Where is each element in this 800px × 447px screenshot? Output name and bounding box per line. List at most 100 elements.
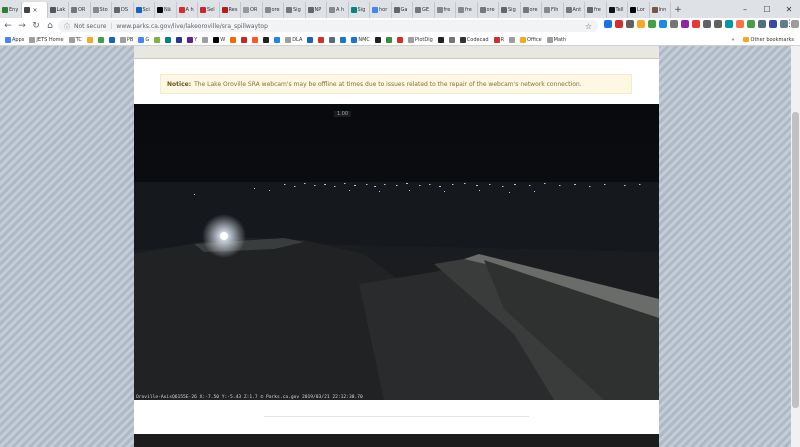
bookmark-item[interactable]: DLA — [285, 36, 302, 43]
browser-tab[interactable]: Sig — [349, 2, 370, 18]
browser-tab[interactable]: Sci — [134, 2, 155, 18]
browser-tab[interactable]: Sto — [91, 2, 112, 18]
bookmark-item[interactable] — [263, 36, 270, 43]
browser-tab[interactable]: NP — [306, 2, 327, 18]
address-bar[interactable]: ⓘ Not secure | www.parks.ca.gov/live/lak… — [58, 20, 598, 32]
minimize-button[interactable]: – — [734, 0, 756, 18]
browser-tab[interactable]: Sel — [198, 2, 220, 18]
bookmark-item[interactable] — [241, 36, 248, 43]
extension-icon[interactable] — [681, 20, 689, 28]
url-text[interactable]: www.parks.ca.gov/live/lakeoroville/sra_s… — [116, 23, 267, 30]
browser-tab[interactable]: Lor — [628, 2, 650, 18]
extension-icon[interactable] — [758, 20, 766, 28]
browser-tab[interactable]: Flh — [542, 2, 564, 18]
bookmark-item[interactable]: W — [213, 36, 225, 43]
extension-icon[interactable] — [604, 20, 612, 28]
extension-icon[interactable] — [670, 20, 678, 28]
bookmark-item[interactable]: PlotDig — [407, 36, 433, 43]
forward-button[interactable]: → — [16, 20, 28, 32]
extension-icon[interactable] — [736, 20, 744, 28]
bookmark-item[interactable] — [396, 36, 403, 43]
extension-icon[interactable] — [692, 20, 700, 28]
extension-icon[interactable] — [703, 20, 711, 28]
extension-icon[interactable] — [648, 20, 656, 28]
browser-tab[interactable]: GE — [413, 2, 435, 18]
other-bookmarks[interactable]: » Other bookmarks — [731, 34, 794, 45]
bookmark-item[interactable] — [252, 36, 259, 43]
browser-tab[interactable]: DS — [112, 2, 134, 18]
browser-tab[interactable]: OR — [69, 2, 91, 18]
bookmark-item[interactable] — [385, 36, 392, 43]
bookmark-item[interactable]: Office — [520, 36, 542, 43]
bookmark-item[interactable]: TC — [68, 36, 82, 43]
bookmark-item[interactable] — [97, 36, 104, 43]
bookmark-item[interactable] — [108, 36, 115, 43]
bookmark-item[interactable]: PB — [119, 36, 133, 43]
browser-tab[interactable]: A h — [177, 2, 198, 18]
browser-tab[interactable]: Inn — [650, 2, 671, 18]
browser-tab[interactable]: fre — [435, 2, 456, 18]
browser-tab[interactable]: Nā — [155, 2, 177, 18]
bookmark-item[interactable] — [230, 36, 237, 43]
browser-tab[interactable]: ore — [263, 2, 284, 18]
bookmark-item[interactable]: JETS Home — [29, 36, 64, 43]
bookmark-item[interactable] — [340, 36, 347, 43]
bookmark-item[interactable]: R — [493, 36, 504, 43]
browser-tab[interactable]: Ga — [392, 2, 413, 18]
bookmark-item[interactable] — [202, 36, 209, 43]
bookmark-item[interactable]: G — [138, 36, 149, 43]
info-icon[interactable]: ⓘ — [64, 22, 70, 31]
bookmark-item[interactable] — [329, 36, 336, 43]
browser-tab[interactable]: hor — [370, 2, 392, 18]
browser-tab[interactable]: OR — [241, 2, 263, 18]
browser-tab[interactable]: Lak — [48, 2, 69, 18]
bookmark-item[interactable] — [437, 36, 444, 43]
bookmark-item[interactable]: Apps — [5, 36, 24, 43]
browser-tab[interactable]: ore — [521, 2, 542, 18]
bookmark-item[interactable] — [274, 36, 281, 43]
bookmark-item[interactable]: Math — [546, 36, 566, 43]
extension-icon[interactable] — [615, 20, 623, 28]
extension-icon[interactable] — [747, 20, 755, 28]
extension-icon[interactable] — [725, 20, 733, 28]
bookmark-item[interactable]: Y — [187, 36, 197, 43]
home-button[interactable]: ⌂ — [44, 20, 56, 32]
bookmark-item[interactable] — [165, 36, 172, 43]
tab-active[interactable]: × — [21, 2, 48, 18]
bookmark-item[interactable]: NMC — [351, 36, 370, 43]
browser-tab[interactable]: Tell — [607, 2, 628, 18]
maximize-button[interactable]: ☐ — [756, 0, 778, 18]
extension-icon[interactable] — [659, 20, 667, 28]
new-tab-button[interactable]: + — [671, 2, 685, 18]
bookmark-item[interactable] — [86, 36, 93, 43]
bookmark-item[interactable] — [154, 36, 161, 43]
browser-tab[interactable]: Eny — [0, 2, 22, 18]
browser-tab[interactable]: Sig — [284, 2, 306, 18]
bookmark-item[interactable] — [448, 36, 455, 43]
bookmark-item[interactable] — [176, 36, 183, 43]
close-tab-icon[interactable]: × — [33, 7, 38, 14]
close-window-button[interactable]: ✕ — [778, 0, 800, 18]
browser-tab[interactable]: Res — [220, 2, 241, 18]
extension-icon[interactable] — [769, 20, 777, 28]
browser-tab[interactable]: A h — [327, 2, 349, 18]
bookmark-item[interactable] — [307, 36, 314, 43]
browser-tab[interactable]: Sig — [499, 2, 521, 18]
browser-tab[interactable]: fre — [585, 2, 607, 18]
extension-icon[interactable] — [637, 20, 645, 28]
browser-tab[interactable]: Ant — [564, 2, 585, 18]
bookmark-item[interactable] — [374, 36, 381, 43]
extension-icon[interactable] — [714, 20, 722, 28]
reload-button[interactable]: ↻ — [30, 20, 42, 32]
bookmark-star-icon[interactable]: ☆ — [585, 22, 592, 31]
bookmark-item[interactable] — [509, 36, 516, 43]
back-button[interactable]: ← — [2, 20, 14, 32]
bookmark-item[interactable] — [318, 36, 325, 43]
scrollbar-thumb[interactable] — [792, 112, 799, 408]
bookmark-item[interactable]: Codecad — [459, 36, 489, 43]
browser-tab[interactable]: fre — [456, 2, 478, 18]
bookmarks-overflow-icon[interactable]: » — [731, 37, 734, 43]
browser-menu-icon[interactable]: ⋮ — [785, 19, 794, 29]
browser-tab[interactable]: ore — [478, 2, 499, 18]
extension-icon[interactable] — [626, 20, 634, 28]
